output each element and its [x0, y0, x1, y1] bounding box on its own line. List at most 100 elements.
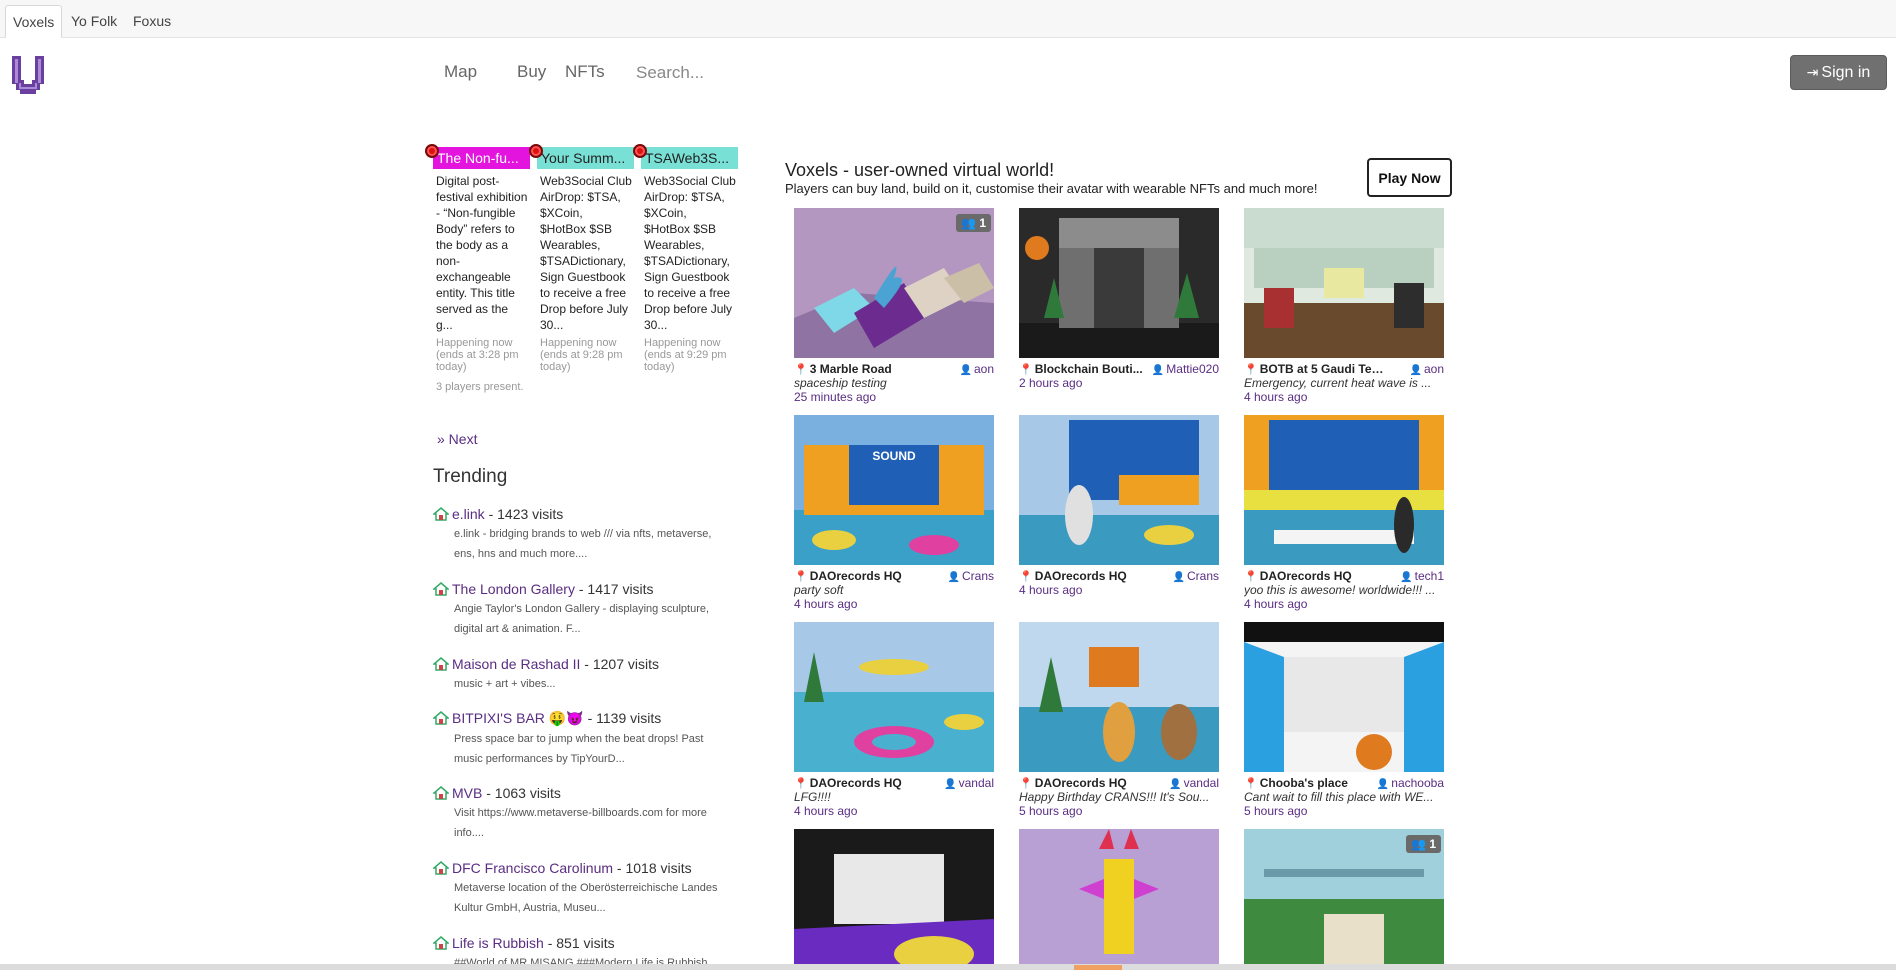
trending-link[interactable]: e.link [452, 506, 485, 522]
parcel-thumbnail[interactable] [1244, 208, 1444, 358]
player-count-badge: 👥 1 [1406, 835, 1441, 853]
parcel-owner-link[interactable]: 👤 vandal [944, 776, 994, 790]
parcel-thumbnail[interactable] [1019, 622, 1219, 772]
event-title[interactable]: TSAWeb3S... [641, 147, 738, 169]
parcel-card[interactable]: SOUND 📍 DAOrecords HQ 👤 Crans party soft 4… [794, 415, 994, 611]
parcel-message: spaceship testing [794, 376, 887, 390]
parcel-thumbnail[interactable] [1244, 415, 1444, 565]
trending-item: DFC Francisco Carolinum - 1018 visits Me… [433, 860, 733, 918]
house-icon [433, 711, 449, 725]
user-icon: 👤 [1409, 365, 1422, 376]
search-input[interactable] [636, 58, 896, 88]
parcel-message: LFG!!!! [794, 790, 831, 804]
trending-description: e.link - bridging brands to web /// via … [454, 528, 712, 560]
user-icon: 👤 [947, 572, 960, 583]
trending-visits: - 1063 visits [482, 785, 561, 801]
parcel-card[interactable]: 📍 DAOrecords HQ 👤 Crans 4 hours ago [1019, 415, 1219, 597]
parcel-message: Cant wait to fill this place with WE... [1244, 790, 1434, 804]
parcel-card[interactable]: 📍 DAOrecords HQ 👤 vandal LFG!!!! 4 hours a… [794, 622, 994, 818]
parcel-name: 📍 Blockchain Bouti... [1019, 362, 1143, 376]
svg-text:SOUND: SOUND [872, 449, 916, 463]
tab-voxels[interactable]: Voxels [5, 5, 63, 38]
nav-nfts-link[interactable]: NFTs [565, 62, 605, 82]
trending-visits: - 1417 visits [574, 581, 654, 597]
trending-link[interactable]: Life is Rubbish [452, 935, 544, 951]
parcel-card[interactable]: 📍 Blockchain Bouti... 👤 Mattie020 2 hours … [1019, 208, 1219, 390]
parcel-card[interactable]: 👥 1 📍 3 Marble Road 👤 aon spaceship testin… [794, 208, 994, 404]
parcel-card[interactable] [794, 829, 994, 964]
parcel-thumbnail[interactable] [794, 622, 994, 772]
nav-map-link[interactable]: Map [444, 62, 477, 82]
parcel-card[interactable]: 📍BOTB at 5 Gaudi Terrace 👤aon Emergency,… [1244, 208, 1444, 404]
event-title[interactable]: Your Summ... [537, 147, 634, 169]
parcel-thumbnail[interactable] [1019, 208, 1219, 358]
trending-item: BITPIXI'S BAR 🤑😈 - 1139 visits Press spa… [433, 710, 733, 769]
event-description: Web3Social Club AirDrop: $TSA, $XCoin, $… [644, 174, 736, 332]
player-count-badge: 👥 1 [956, 214, 991, 232]
parcel-owner-link[interactable]: 👤 aon [960, 362, 994, 376]
trending-description: Metaverse location of the Oberösterreich… [454, 882, 718, 914]
parcel-name: 📍BOTB at 5 Gaudi Terrace [1244, 362, 1384, 376]
parcel-owner-link[interactable]: 👤 aon [1410, 362, 1444, 376]
parcel-card[interactable]: 📍 DAOrecords HQ 👤 tech1 yoo this is awesom… [1244, 415, 1444, 611]
event-status: Happening now (ends at 9:28 pm today) [540, 337, 623, 373]
parcel-time: 4 hours ago [1244, 390, 1308, 404]
parcel-owner-link[interactable]: 👤 Mattie020 [1152, 362, 1219, 376]
user-icon: 👤 [1151, 365, 1165, 376]
trending-link[interactable]: Maison de Rashad II [452, 656, 580, 672]
parcel-owner-link[interactable]: 👤 tech1 [1400, 569, 1444, 583]
trending-link[interactable]: The London Gallery [452, 581, 575, 597]
event-card[interactable]: The Non-fu... Digital post-festival exhi… [425, 144, 530, 393]
parcel-thumbnail[interactable] [794, 829, 994, 964]
map-marker-icon: 📍 [1019, 571, 1033, 583]
parcel-thumbnail[interactable] [1019, 415, 1219, 565]
map-marker-icon: 📍 [794, 778, 808, 790]
parcel-thumbnail[interactable] [1244, 622, 1444, 772]
play-now-button[interactable]: Play Now [1367, 158, 1452, 197]
parcel-thumbnail[interactable]: 👥 1 [794, 208, 994, 358]
user-icon: 👤 [1172, 572, 1185, 583]
parcel-message: yoo this is awesome! worldwide!!! ... [1244, 583, 1436, 597]
parcel-owner-link[interactable]: 👤 Crans [1173, 569, 1219, 583]
voxels-logo[interactable] [10, 54, 46, 96]
trending-item: The London Gallery - 1417 visits Angie T… [433, 581, 733, 639]
trending-link[interactable]: MVB [452, 785, 482, 801]
tab-yo-folk[interactable]: Yo Folk [64, 5, 124, 38]
event-title[interactable]: The Non-fu... [433, 147, 530, 169]
parcel-card[interactable] [1019, 829, 1219, 964]
parcel-thumbnail[interactable]: 👥 1 [1244, 829, 1444, 964]
horizontal-scrollbar[interactable] [0, 964, 1896, 970]
parcel-thumbnail[interactable]: SOUND [794, 415, 994, 565]
trending-description: music + art + vibes... [454, 678, 556, 690]
map-marker-icon: 📍 [1019, 778, 1033, 790]
house-icon [433, 582, 449, 596]
map-marker-icon: 📍 [794, 364, 808, 376]
parcel-card[interactable]: 👥 1 [1244, 829, 1444, 964]
parcel-owner-link[interactable]: 👤 vandal [1169, 776, 1219, 790]
trending-link[interactable]: DFC Francisco Carolinum [452, 860, 613, 876]
events-next-link[interactable]: » Next [437, 431, 477, 447]
trending-description: Press space bar to jump when the beat dr… [454, 733, 704, 765]
event-card[interactable]: Your Summ... Web3Social Club AirDrop: $T… [529, 144, 634, 373]
user-icon: 👤 [1376, 779, 1390, 790]
parcel-time: 2 hours ago [1019, 376, 1083, 390]
scrollbar-thumb[interactable] [1074, 965, 1122, 970]
parcel-message: party soft [794, 583, 844, 597]
parcel-owner-link[interactable]: 👤 nachooba [1377, 776, 1444, 790]
event-card[interactable]: TSAWeb3S... Web3Social Club AirDrop: $TS… [633, 144, 738, 373]
sign-in-button[interactable]: ⇥ Sign in [1790, 55, 1887, 90]
parcel-owner-link[interactable]: 👤 Crans [948, 569, 994, 583]
parcel-name: 📍 DAOrecords HQ [1019, 569, 1127, 583]
house-icon [433, 657, 449, 671]
parcel-thumbnail[interactable] [1019, 829, 1219, 964]
house-icon [433, 861, 449, 875]
trending-description: Angie Taylor's London Gallery - displayi… [454, 603, 710, 635]
parcel-card[interactable]: 📍 DAOrecords HQ 👤 vandal Happy Birthday CR… [1019, 622, 1219, 818]
trending-link[interactable]: BITPIXI'S BAR 🤑😈 [452, 710, 584, 726]
map-marker-icon: 📍 [1019, 364, 1033, 376]
sign-in-label: Sign in [1821, 64, 1871, 81]
nav-buy-link[interactable]: Buy [517, 62, 546, 82]
parcel-name: 📍 DAOrecords HQ [794, 569, 902, 583]
parcel-card[interactable]: 📍 Chooba's place 👤 nachooba Cant wait to f… [1244, 622, 1444, 818]
tab-foxus[interactable]: Foxus [126, 5, 178, 38]
